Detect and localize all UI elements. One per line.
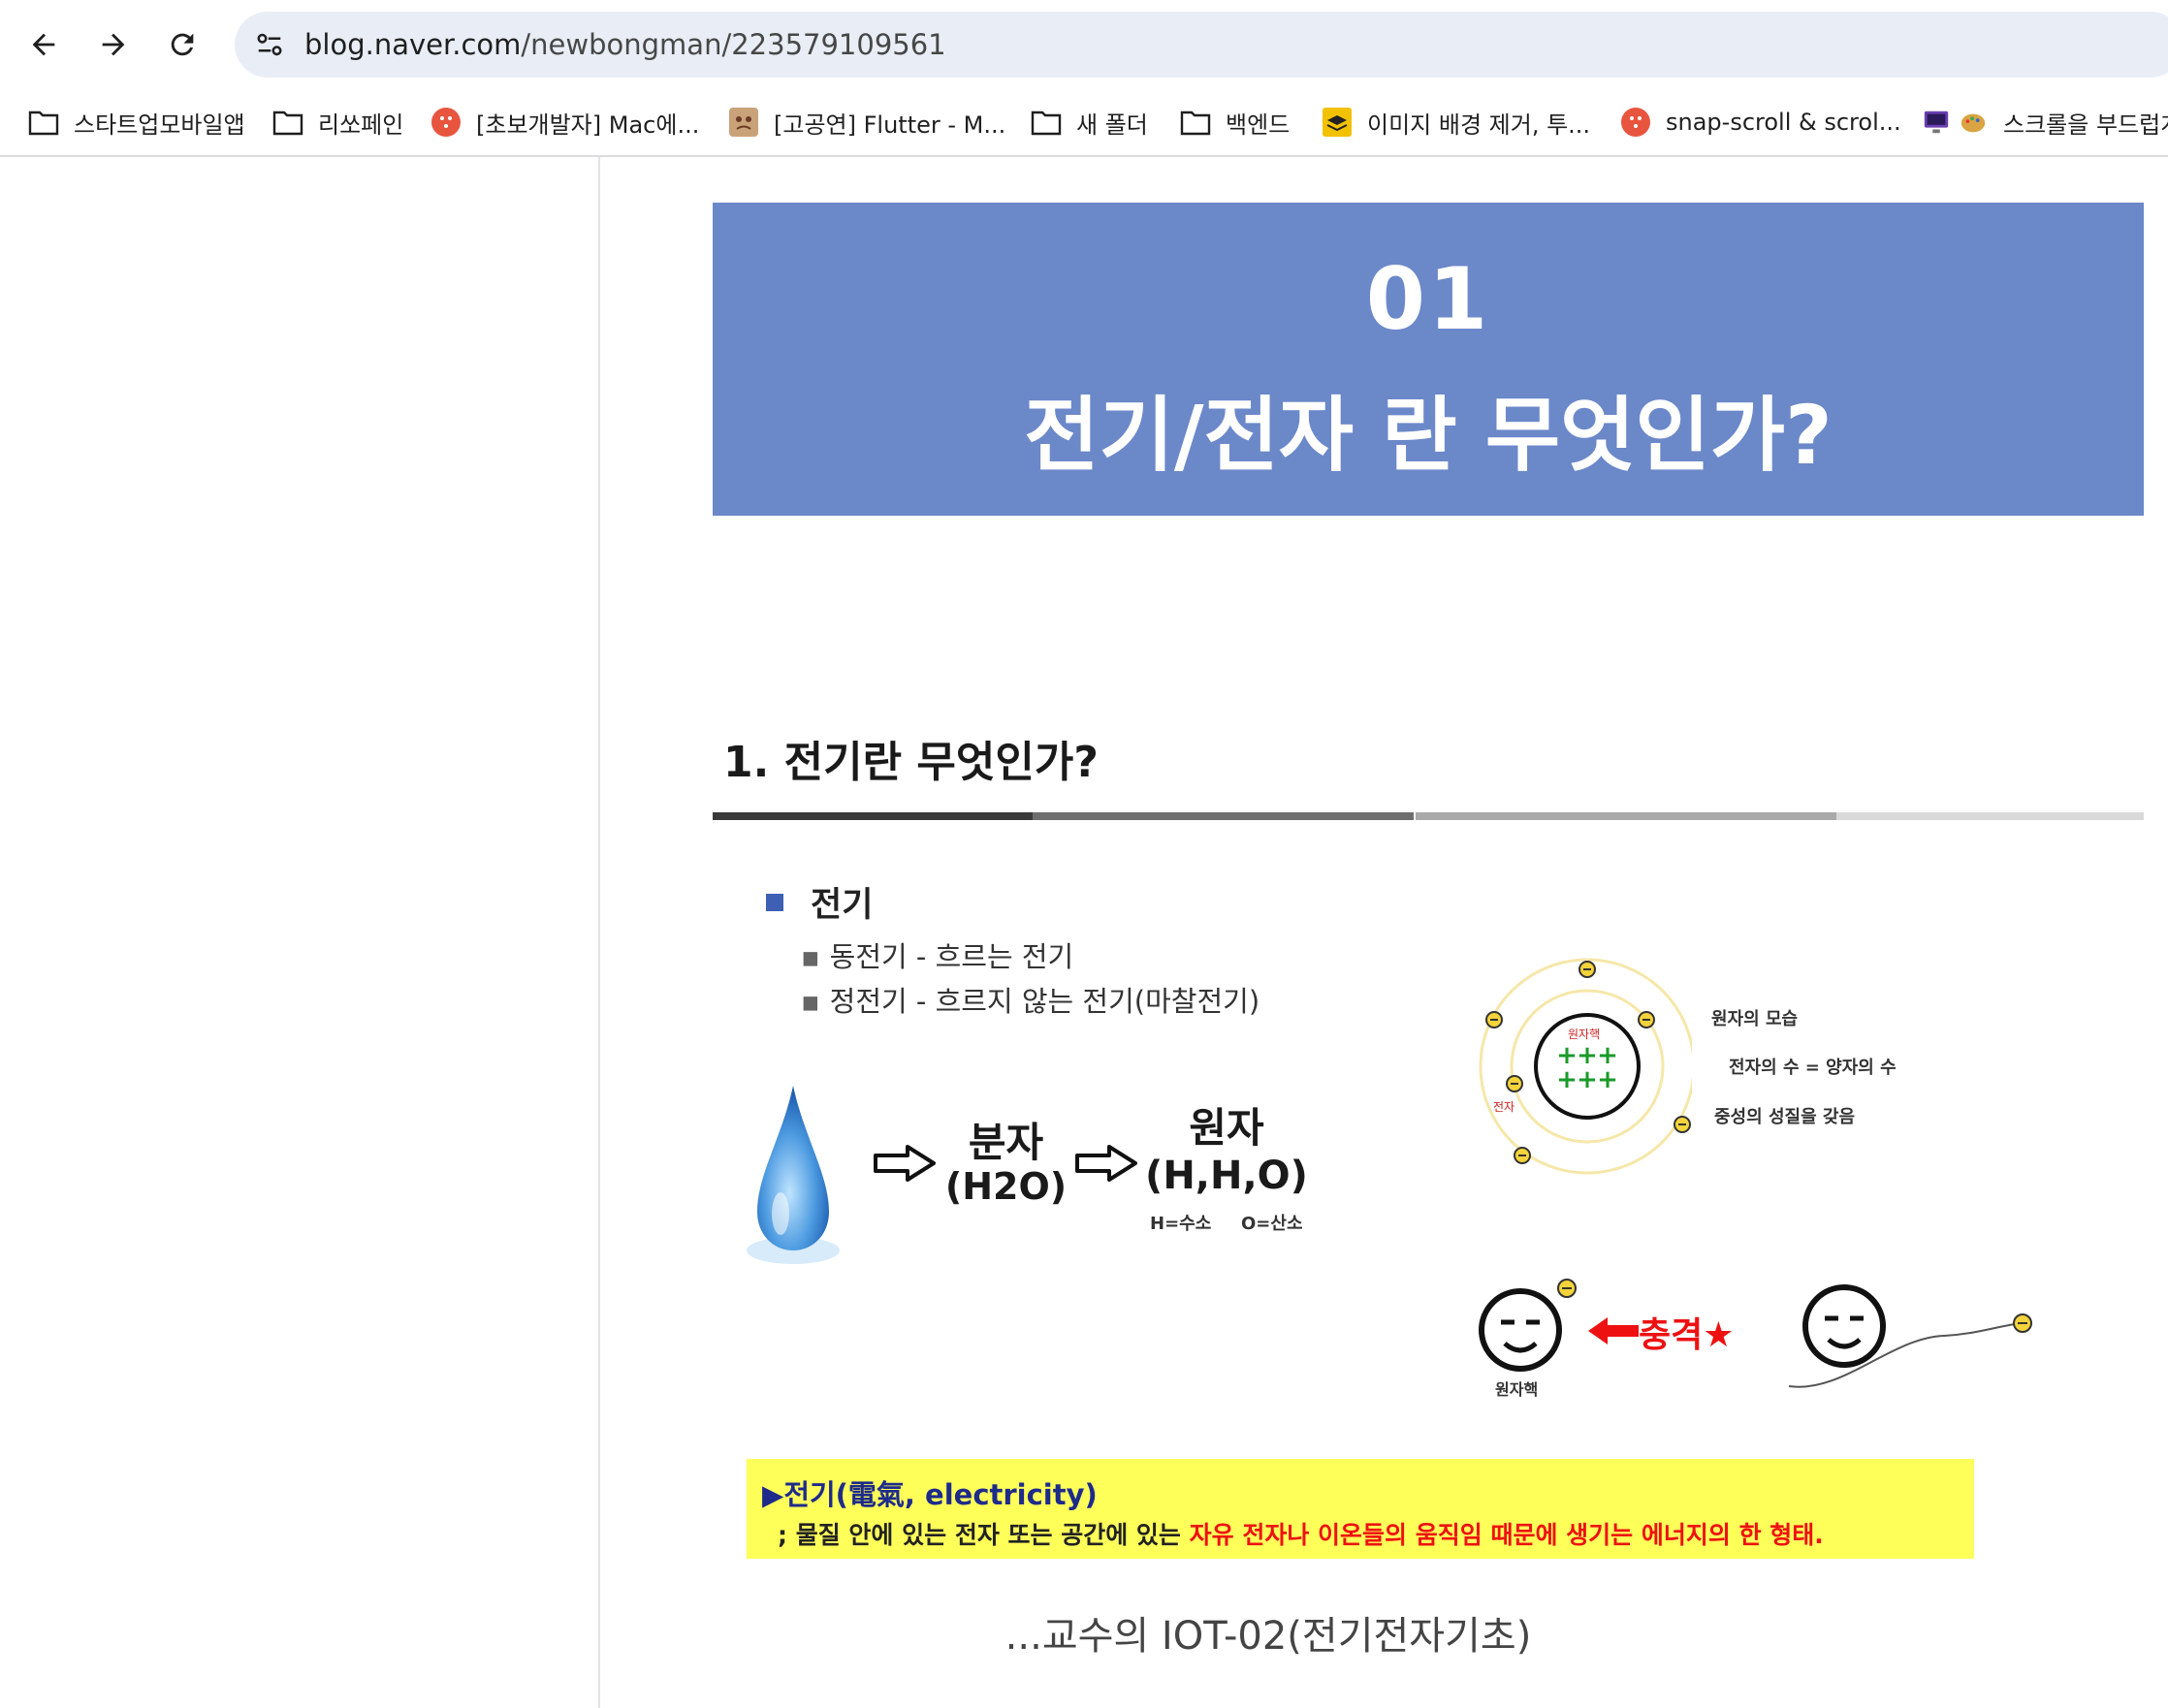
bookmark-bg-remove[interactable]: 이미지 배경 제거, 투... bbox=[1321, 101, 1590, 143]
forward-button[interactable] bbox=[88, 19, 139, 70]
site-icon bbox=[430, 106, 462, 139]
folder-icon bbox=[27, 106, 60, 139]
browser-toolbar: blog.naver.com/newbongman/223579109561 bbox=[0, 0, 2168, 89]
url-host: blog.naver.com bbox=[304, 28, 522, 61]
bookmark-folder-risso[interactable]: 리쏘페인 bbox=[271, 101, 403, 143]
folder-icon bbox=[271, 106, 304, 139]
atom-note: 중성의 성질을 갖음 bbox=[1714, 1107, 1856, 1127]
divider-dark bbox=[713, 812, 1033, 820]
molecule-label: 분자 bbox=[968, 1119, 1044, 1166]
impact-label: 충격★ bbox=[1639, 1315, 1735, 1355]
bookmark-label: 스타트업모바일앱 bbox=[74, 111, 245, 139]
divider-mid bbox=[1033, 812, 1414, 820]
sub-item-text: 동전기 - 흐르는 전기 bbox=[829, 940, 1074, 973]
arrow-left-icon bbox=[32, 33, 55, 56]
section-title: 1. 전기란 무엇인가? bbox=[723, 738, 1099, 787]
bookmark-label: 이미지 배경 제거, 투... bbox=[1367, 111, 1591, 139]
svg-text:+: + bbox=[1577, 1065, 1598, 1094]
avatar-icon bbox=[727, 106, 760, 139]
bookmark-folder-new[interactable]: 새 폴더 bbox=[1030, 101, 1148, 143]
arrow-right-icon bbox=[102, 33, 125, 56]
electron-label: 전자 bbox=[1493, 1100, 1515, 1114]
atom-note: 전자의 수 = 양자의 수 bbox=[1729, 1058, 1897, 1078]
svg-text:+: + bbox=[1597, 1065, 1618, 1094]
site-info-button[interactable] bbox=[246, 21, 293, 68]
sub-item: ▪ 정전기 - 흐르지 않는 전기(마찰전기) bbox=[801, 985, 1260, 1018]
divider-lightest bbox=[1836, 812, 2144, 820]
folder-icon bbox=[1030, 106, 1063, 139]
atom-formula: (H,H,O) bbox=[1145, 1154, 1308, 1198]
reload-icon bbox=[171, 33, 194, 56]
arrow-right-icon bbox=[874, 1145, 936, 1182]
bookmark-label: [고공연] Flutter - M... bbox=[774, 111, 1006, 139]
bookmark-label: snap-scroll & scrol... bbox=[1666, 109, 1901, 136]
divider-light bbox=[1416, 812, 1836, 820]
legend-hydrogen: H=수소 bbox=[1150, 1214, 1212, 1234]
definition-prefix: ; 물질 안에 있는 전자 또는 공간에 있는 bbox=[778, 1521, 1190, 1549]
arrow-right-icon bbox=[1075, 1145, 1137, 1182]
bookmark-mac[interactable]: [초보개발자] Mac에... bbox=[430, 101, 699, 143]
legend-oxygen: O=산소 bbox=[1241, 1214, 1303, 1234]
definition-box: ▶전기(電氣, electricity) ; 물질 안에 있는 전자 또는 공간… bbox=[747, 1459, 1974, 1559]
bookmark-label: 백엔드 bbox=[1226, 111, 1291, 139]
bookmark-folder-startup[interactable]: 스타트업모바일앱 bbox=[27, 101, 245, 143]
bookmarks-bar: 스타트업모바일앱 리쏘페인 [초보개발자] Mac에... [고공연] Flut… bbox=[0, 89, 2168, 157]
nucleus-face-icon bbox=[1479, 1279, 1577, 1372]
bookmark-folder-backend[interactable]: 백엔드 bbox=[1179, 101, 1290, 143]
url-text[interactable]: blog.naver.com/newbongman/223579109561 bbox=[304, 24, 946, 65]
bookmark-label: 스크롤을 부드럽게... bbox=[2003, 111, 2168, 139]
slide-banner: 01 전기/전자 란 무엇인가? bbox=[713, 203, 2144, 516]
bookmark-label: 새 폴더 bbox=[1076, 111, 1148, 139]
tune-icon bbox=[257, 33, 282, 56]
left-sidebar bbox=[0, 157, 600, 1708]
sub-item: ▪ 동전기 - 흐르는 전기 bbox=[801, 940, 1074, 973]
nucleus-label: 원자핵 bbox=[1568, 1028, 1601, 1041]
nucleus-face-label: 원자핵 bbox=[1495, 1380, 1539, 1399]
arrow-left-icon bbox=[1588, 1317, 1639, 1344]
folder-icon bbox=[1179, 106, 1212, 139]
bullet-square-icon bbox=[766, 894, 783, 911]
atom-note: 원자의 모습 bbox=[1711, 1009, 1799, 1029]
atom-label: 원자 bbox=[1189, 1104, 1264, 1152]
water-drop-icon bbox=[747, 1086, 840, 1264]
palette-icon bbox=[1957, 106, 1990, 139]
back-button[interactable] bbox=[18, 19, 69, 70]
bookmark-label: 리쏘페인 bbox=[318, 111, 404, 139]
banner-title: 전기/전자 란 무엇인가? bbox=[1024, 388, 1833, 483]
bookmark-label: [초보개발자] Mac에... bbox=[476, 111, 700, 139]
bookmark-snap-scroll[interactable]: snap-scroll & scrol... bbox=[1619, 101, 1901, 143]
bookmark-flutter[interactable]: [고공연] Flutter - M... bbox=[727, 101, 1005, 143]
molecule-formula: (H2O) bbox=[944, 1165, 1068, 1208]
bookmark-smooth-scroll[interactable]: 스크롤을 부드럽게... bbox=[1920, 101, 2168, 143]
svg-text:+: + bbox=[1556, 1065, 1578, 1094]
site-icon bbox=[1619, 106, 1652, 139]
reload-button[interactable] bbox=[157, 19, 207, 70]
nucleus-plus-signs: + + + + + + bbox=[1556, 1041, 1618, 1094]
atom-diagram: + + + + + + bbox=[1479, 958, 1692, 1175]
definition-title-text: 전기(電氣, electricity) bbox=[783, 1478, 1098, 1511]
bullet-heading: 전기 bbox=[766, 877, 873, 927]
monitor-icon bbox=[1920, 106, 1953, 139]
layers-icon bbox=[1321, 106, 1354, 139]
definition-body: ; 물질 안에 있는 전자 또는 공간에 있는 자유 전자나 이온들의 움직임 … bbox=[778, 1516, 1824, 1551]
sub-item-text: 정전기 - 흐르지 않는 전기(마찰전기) bbox=[829, 985, 1260, 1018]
address-bar[interactable]: blog.naver.com/newbongman/223579109561 bbox=[235, 12, 2168, 78]
definition-title: ▶전기(電氣, electricity) bbox=[762, 1478, 1098, 1511]
bullet-heading-text: 전기 bbox=[811, 886, 874, 925]
url-path: /newbongman/223579109561 bbox=[521, 28, 946, 61]
banner-number: 01 bbox=[1365, 249, 1491, 349]
electron-face-icon bbox=[1788, 1284, 2032, 1388]
definition-highlight: 자유 전자나 이온들의 움직임 때문에 생기는 에너지의 한 형태. bbox=[1189, 1521, 1824, 1549]
image-caption: ...교수의 IOT-02(전기전자기초) bbox=[1004, 1614, 1532, 1659]
